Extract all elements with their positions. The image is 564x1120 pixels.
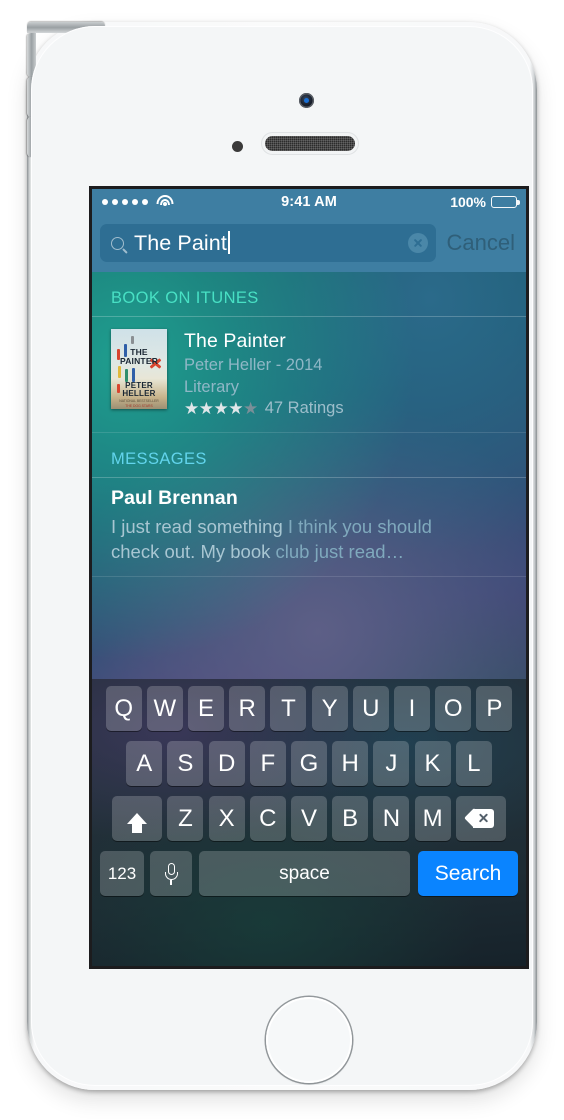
message-sender-name: Paul Brennan (111, 487, 238, 509)
result-item-message[interactable]: Paul Brennan I just read something I thi… (92, 478, 526, 576)
battery-icon (491, 195, 520, 208)
earpiece-speaker (265, 136, 355, 151)
dictation-key[interactable] (150, 851, 192, 896)
key-p[interactable]: P (476, 686, 513, 731)
front-camera-icon (299, 93, 314, 108)
key-t[interactable]: T (270, 686, 307, 731)
search-key[interactable]: Search (418, 851, 518, 896)
key-g[interactable]: G (291, 741, 327, 786)
key-n[interactable]: N (373, 796, 410, 841)
shift-key[interactable] (112, 796, 163, 841)
book-genre: Literary (184, 378, 240, 396)
keyboard-row-3: Z X C V B N M (92, 796, 526, 841)
keyboard-row-2: A S D F G H J K L (92, 741, 526, 786)
section-header-book-on-itunes: BOOK ON ITUNES (111, 289, 259, 307)
key-j[interactable]: J (373, 741, 410, 786)
key-b[interactable]: B (332, 796, 369, 841)
key-r[interactable]: R (229, 686, 266, 731)
key-x[interactable]: X (208, 796, 245, 841)
key-c[interactable]: C (249, 796, 286, 841)
on-screen-keyboard[interactable]: Q W E R T Y U I O P A S D F G H J K L Z … (92, 679, 526, 966)
ratings-count-label: 47 Ratings (264, 399, 344, 417)
key-v[interactable]: V (291, 796, 327, 841)
delete-key[interactable] (455, 796, 506, 841)
cancel-button[interactable]: Cancel (447, 230, 515, 256)
key-y[interactable]: Y (311, 686, 348, 731)
key-k[interactable]: K (414, 741, 451, 786)
key-l[interactable]: L (455, 741, 492, 786)
numbers-key[interactable]: 123 (100, 851, 144, 896)
key-i[interactable]: I (393, 686, 430, 731)
divider (92, 576, 526, 578)
status-bar-time: 9:41 AM (281, 193, 337, 210)
search-input[interactable]: The Paint (100, 224, 436, 262)
search-results-list[interactable]: BOOK ON ITUNES THE PAINTER PETER HELLER … (92, 272, 526, 679)
book-details: The Painter Peter Heller - 2014 Literary… (184, 329, 344, 418)
key-m[interactable]: M (414, 796, 451, 841)
key-s[interactable]: S (167, 741, 204, 786)
key-e[interactable]: E (188, 686, 225, 731)
keyboard-row-1: Q W E R T Y U I O P (92, 686, 526, 731)
key-d[interactable]: D (208, 741, 245, 786)
search-bar: The Paint Cancel (92, 214, 526, 272)
home-button[interactable] (264, 995, 354, 1085)
space-key[interactable]: space (199, 851, 410, 896)
shift-arrow-icon (127, 813, 148, 833)
key-z[interactable]: Z (167, 796, 204, 841)
key-o[interactable]: O (435, 686, 472, 731)
message-preview-text: I just read something I think you should… (111, 516, 432, 562)
book-rating-row: ★★★★★ 47 Ratings (184, 399, 344, 418)
delete-backspace-icon (464, 808, 495, 829)
key-h[interactable]: H (332, 741, 369, 786)
section-header-messages: MESSAGES (111, 450, 207, 468)
key-q[interactable]: Q (105, 686, 142, 731)
microphone-icon (164, 862, 178, 885)
clear-icon[interactable] (407, 233, 428, 253)
keyboard-row-4: 123 space Search (92, 851, 526, 896)
iphone-device-frame: 9:41 AM 100% The Paint Cancel BOOK ON IT… (27, 22, 537, 1090)
key-f[interactable]: F (249, 741, 286, 786)
key-w[interactable]: W (146, 686, 183, 731)
result-item-book[interactable]: THE PAINTER PETER HELLER NATIONAL BESTSE… (92, 317, 526, 432)
proximity-sensor-icon (232, 141, 243, 152)
status-bar: 9:41 AM 100% (92, 189, 526, 214)
key-a[interactable]: A (126, 741, 163, 786)
phone-screen: 9:41 AM 100% The Paint Cancel BOOK ON IT… (92, 189, 526, 966)
key-u[interactable]: U (352, 686, 389, 731)
star-rating-icon: ★★★★★ (184, 399, 258, 418)
book-title: The Painter (184, 330, 286, 352)
book-author-year: Peter Heller - 2014 (184, 356, 323, 374)
search-icon (111, 236, 124, 250)
text-cursor (227, 230, 230, 254)
book-cover-thumbnail: THE PAINTER PETER HELLER NATIONAL BESTSE… (111, 329, 167, 409)
search-input-value: The Paint (134, 230, 230, 256)
